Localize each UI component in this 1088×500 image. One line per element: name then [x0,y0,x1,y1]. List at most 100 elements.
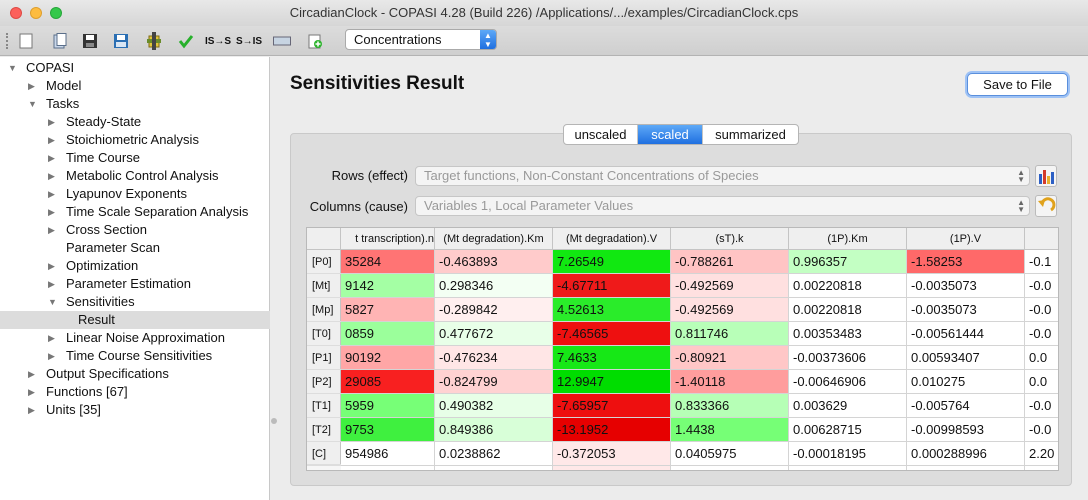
splitter-handle[interactable] [271,418,277,424]
table-cell[interactable]: 0.000288996 [907,466,1025,470]
disclosure-collapsed-icon[interactable]: ▶ [48,275,55,293]
tab-summarized[interactable]: summarized [703,125,798,144]
sbml-icon[interactable] [272,31,292,51]
bar-chart-icon[interactable] [1035,165,1057,187]
column-header[interactable]: (1P).Km [789,228,907,250]
tree-item[interactable]: ▶ Time Course [0,149,270,167]
disclosure-collapsed-icon[interactable]: ▶ [48,347,55,365]
table-cell[interactable]: -1.58253 [907,250,1025,274]
table-cell[interactable]: 954986 [341,442,435,466]
table-cell[interactable]: 0.0238862 [435,442,553,466]
column-header[interactable]: (1P).V [907,228,1025,250]
row-header[interactable]: [P2] [307,370,341,394]
table-cell[interactable]: 29085 [341,370,435,394]
table-corner[interactable] [307,228,341,250]
tree-item[interactable]: ▶ Units [35] [0,401,270,419]
table-cell[interactable]: -0.00373606 [789,346,907,370]
disclosure-collapsed-icon[interactable]: ▶ [48,185,55,203]
table-cell[interactable]: -0.463893 [435,250,553,274]
table-cell[interactable]: 954986 [341,466,435,470]
column-header[interactable]: (Mt degradation).V [553,228,671,250]
sensitivities-table[interactable]: t transcription).n (Mt degradation).Km (Mt… [306,227,1059,471]
is-s-icon[interactable]: IS→S [205,31,231,51]
table-cell[interactable]: 0.00353483 [789,322,907,346]
tree-item[interactable]: ▶ Output Specifications [0,365,270,383]
view-mode-select[interactable]: Concentrations ▲ ▼ [345,29,497,50]
tree-item[interactable]: ▶ Time Course Sensitivities [0,347,270,365]
row-header[interactable]: [P1] [307,346,341,370]
table-cell[interactable]: -0.0 [1025,298,1058,322]
table-cell[interactable]: 4.52613 [553,298,671,322]
table-cell[interactable]: -0.1 [1025,250,1058,274]
column-header[interactable] [1025,228,1058,250]
table-cell[interactable]: -0.0 [1025,394,1058,418]
tree-item[interactable]: ▶ Linear Noise Approximation [0,329,270,347]
table-cell[interactable]: -0.0 [1025,322,1058,346]
row-header[interactable]: [T0] [307,322,341,346]
table-cell[interactable]: 0.477672 [435,322,553,346]
tab-scaled[interactable]: scaled [638,125,703,144]
table-cell[interactable]: 2.20 [1025,466,1058,470]
table-cell[interactable]: 0.010275 [907,370,1025,394]
table-cell[interactable]: 5827 [341,298,435,322]
close-window-button[interactable] [10,7,22,19]
table-cell[interactable]: -7.46565 [553,322,671,346]
table-cell[interactable]: 0.0405975 [671,466,789,470]
table-cell[interactable]: 7.4633 [553,346,671,370]
row-header[interactable]: [T2] [307,418,341,442]
tree-item[interactable]: ▼ Sensitivities [0,293,270,311]
table-cell[interactable]: -13.1952 [553,418,671,442]
add-icon[interactable] [305,31,325,51]
table-cell[interactable]: -0.492569 [671,298,789,322]
open-icon[interactable] [50,31,70,51]
table-cell[interactable]: 35284 [341,250,435,274]
table-cell[interactable]: 0.833366 [671,394,789,418]
table-cell[interactable]: 0.298346 [435,274,553,298]
table-cell[interactable]: -1.40118 [671,370,789,394]
table-cell[interactable]: 9142 [341,274,435,298]
table-cell[interactable]: 9753 [341,418,435,442]
disclosure-collapsed-icon[interactable]: ▶ [28,77,35,95]
row-header[interactable]: [Mt] [307,274,341,298]
tree-item[interactable]: ▶ Metabolic Control Analysis [0,167,270,185]
disclosure-collapsed-icon[interactable]: ▶ [48,113,55,131]
tree-item[interactable]: ▶ Parameter Estimation [0,275,270,293]
table-cell[interactable]: -4.67711 [553,274,671,298]
disclosure-collapsed-icon[interactable]: ▶ [48,257,55,275]
tree-item[interactable]: ▶ Stoichiometric Analysis [0,131,270,149]
model-icon[interactable] [144,31,164,51]
undo-icon[interactable] [1035,195,1057,217]
s-is-icon[interactable]: S→IS [236,31,262,51]
save-as-icon[interactable] [111,31,131,51]
table-cell[interactable]: 0.849386 [435,418,553,442]
tree-item[interactable]: ▶ Optimization [0,257,270,275]
row-header[interactable]: [T1] [307,394,341,418]
table-cell[interactable]: 0859 [341,322,435,346]
check-icon[interactable] [176,31,196,51]
table-cell[interactable]: 0.0 [1025,370,1058,394]
disclosure-collapsed-icon[interactable]: ▶ [48,167,55,185]
disclosure-collapsed-icon[interactable]: ▶ [48,131,55,149]
table-cell[interactable]: -0.00561444 [907,322,1025,346]
table-cell[interactable]: -0.00018195 [789,442,907,466]
save-icon[interactable] [80,31,100,51]
disclosure-collapsed-icon[interactable]: ▶ [48,329,55,347]
row-header[interactable]: [Mp] [307,298,341,322]
disclosure-expanded-icon[interactable]: ▼ [48,293,57,311]
table-cell[interactable]: 5959 [341,394,435,418]
table-cell[interactable]: 0.996357 [789,250,907,274]
table-cell[interactable]: -0.80921 [671,346,789,370]
table-cell[interactable]: -0.005764 [907,394,1025,418]
column-header[interactable]: t transcription).n [341,228,435,250]
toolbar-grip[interactable] [6,33,9,49]
table-cell[interactable]: -0.00646906 [789,370,907,394]
new-icon[interactable] [16,31,36,51]
table-cell[interactable]: -0.00018195 [789,466,907,470]
disclosure-collapsed-icon[interactable]: ▶ [28,383,35,401]
columns-cause-select[interactable]: Variables 1, Local Parameter Values ▲ ▼ [415,196,1030,216]
disclosure-expanded-icon[interactable]: ▼ [28,95,37,113]
table-cell[interactable]: -0.824799 [435,370,553,394]
maximize-window-button[interactable] [50,7,62,19]
tree-item[interactable]: ▼ Tasks [0,95,270,113]
table-cell[interactable]: -0.788261 [671,250,789,274]
